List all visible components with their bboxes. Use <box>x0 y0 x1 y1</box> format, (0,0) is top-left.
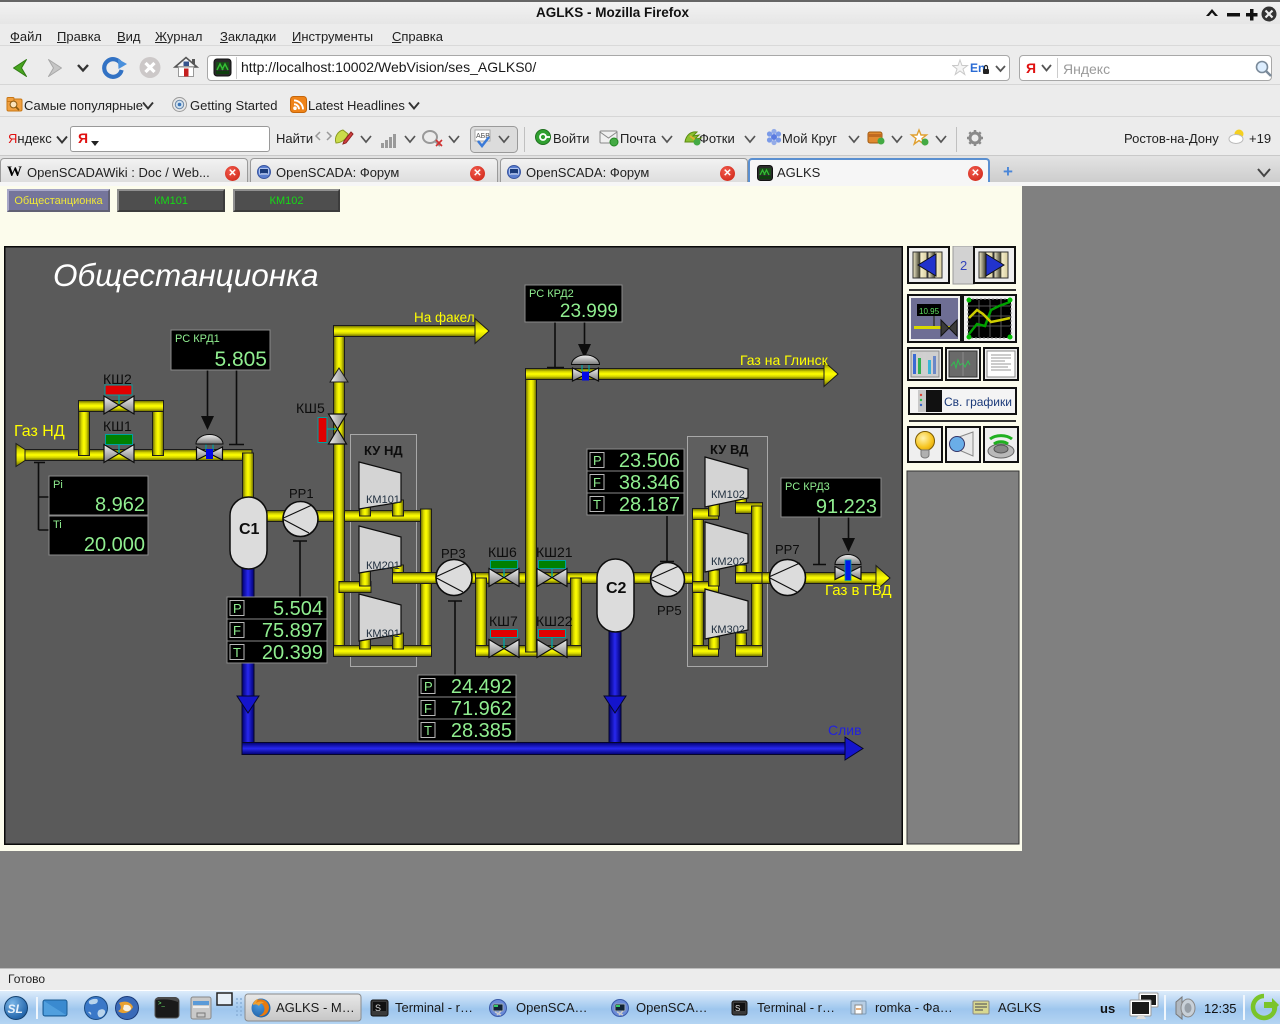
svg-text:КМ101: КМ101 <box>366 494 400 506</box>
svg-text:8.962: 8.962 <box>95 494 145 516</box>
svg-text:Ti: Ti <box>53 519 62 531</box>
svg-text:romka - Фа…: romka - Фа… <box>875 1000 953 1015</box>
svg-text:Pi: Pi <box>53 479 63 491</box>
svg-text:РС КРД1: РС КРД1 <box>175 333 220 345</box>
svg-text:Газ в ГВД: Газ в ГВД <box>825 582 892 599</box>
svg-text:91.223: 91.223 <box>816 496 877 518</box>
svg-text:РР5: РР5 <box>657 603 682 618</box>
svg-text:F: F <box>233 623 241 638</box>
svg-text:SL: SL <box>8 1002 23 1016</box>
svg-text:2: 2 <box>960 258 967 273</box>
svg-text:Terminal - r…: Terminal - r… <box>395 1000 473 1015</box>
svg-text:На факел: На факел <box>414 310 475 325</box>
svg-text:5.805: 5.805 <box>214 348 267 371</box>
svg-text:КШ7: КШ7 <box>489 613 518 629</box>
svg-text:F: F <box>424 701 432 716</box>
svg-text:С2: С2 <box>606 580 627 597</box>
svg-text:P: P <box>233 601 242 616</box>
svg-text:КМ202: КМ202 <box>711 556 745 568</box>
svg-text:КУ ВД: КУ ВД <box>710 442 749 457</box>
svg-text:12:35: 12:35 <box>1204 1001 1237 1016</box>
svg-text:Газ НД: Газ НД <box>14 423 65 440</box>
svg-text:S: S <box>375 1003 381 1013</box>
svg-text:AGLKS - M…: AGLKS - M… <box>276 1000 355 1015</box>
svg-text:F: F <box>593 475 601 490</box>
svg-text:T: T <box>424 723 432 738</box>
svg-text:КМ201: КМ201 <box>366 560 400 572</box>
svg-text:КШ6: КШ6 <box>488 544 517 560</box>
svg-text:23.506: 23.506 <box>619 450 680 472</box>
svg-text:71.962: 71.962 <box>451 698 512 720</box>
svg-text:OpenSCA…: OpenSCA… <box>636 1000 708 1015</box>
svg-text:КШ5: КШ5 <box>296 400 325 416</box>
svg-text:>_: >_ <box>158 1001 166 1007</box>
svg-text:us: us <box>1100 1001 1115 1016</box>
svg-text:РС КРД2: РС КРД2 <box>529 288 574 300</box>
svg-text:КШ2: КШ2 <box>103 371 132 387</box>
svg-text:КМ102: КМ102 <box>711 489 745 501</box>
svg-text:РР3: РР3 <box>441 546 466 561</box>
svg-text:Газ на Глинск: Газ на Глинск <box>740 352 829 368</box>
svg-text:P: P <box>593 453 602 468</box>
svg-text:24.492: 24.492 <box>451 676 512 698</box>
svg-text:КШ1: КШ1 <box>103 418 132 434</box>
svg-text:Слив: Слив <box>828 722 862 738</box>
svg-text:Общестанционка: Общестанционка <box>53 257 318 293</box>
svg-text:КШ21: КШ21 <box>536 544 573 560</box>
svg-text:КМ301: КМ301 <box>366 628 400 640</box>
svg-text:20.399: 20.399 <box>262 642 323 664</box>
svg-text:T: T <box>233 645 241 660</box>
svg-text:КУ НД: КУ НД <box>364 443 403 458</box>
svg-text:AGLKS: AGLKS <box>998 1000 1042 1015</box>
svg-text:P: P <box>424 679 433 694</box>
svg-text:5.504: 5.504 <box>273 598 323 620</box>
svg-text:Св. графики: Св. графики <box>944 395 1012 409</box>
svg-text:S: S <box>735 1004 740 1013</box>
svg-text:T: T <box>593 497 601 512</box>
svg-text:20.000: 20.000 <box>84 534 145 556</box>
svg-text:РС КРД3: РС КРД3 <box>785 481 830 493</box>
svg-text:КМ302: КМ302 <box>711 624 745 636</box>
svg-text:75.897: 75.897 <box>262 620 323 642</box>
svg-text:КШ22: КШ22 <box>536 613 573 629</box>
svg-text:РР1: РР1 <box>289 486 314 501</box>
svg-text:РР7: РР7 <box>775 542 800 557</box>
svg-text:С1: С1 <box>239 521 260 538</box>
svg-text:28.385: 28.385 <box>451 720 512 742</box>
svg-text:23.999: 23.999 <box>560 301 618 322</box>
svg-text:Terminal - r…: Terminal - r… <box>757 1000 835 1015</box>
svg-text:28.187: 28.187 <box>619 494 680 516</box>
svg-text:38.346: 38.346 <box>619 472 680 494</box>
svg-text:10.95: 10.95 <box>919 307 940 316</box>
svg-text:OpenSCA…: OpenSCA… <box>516 1000 588 1015</box>
